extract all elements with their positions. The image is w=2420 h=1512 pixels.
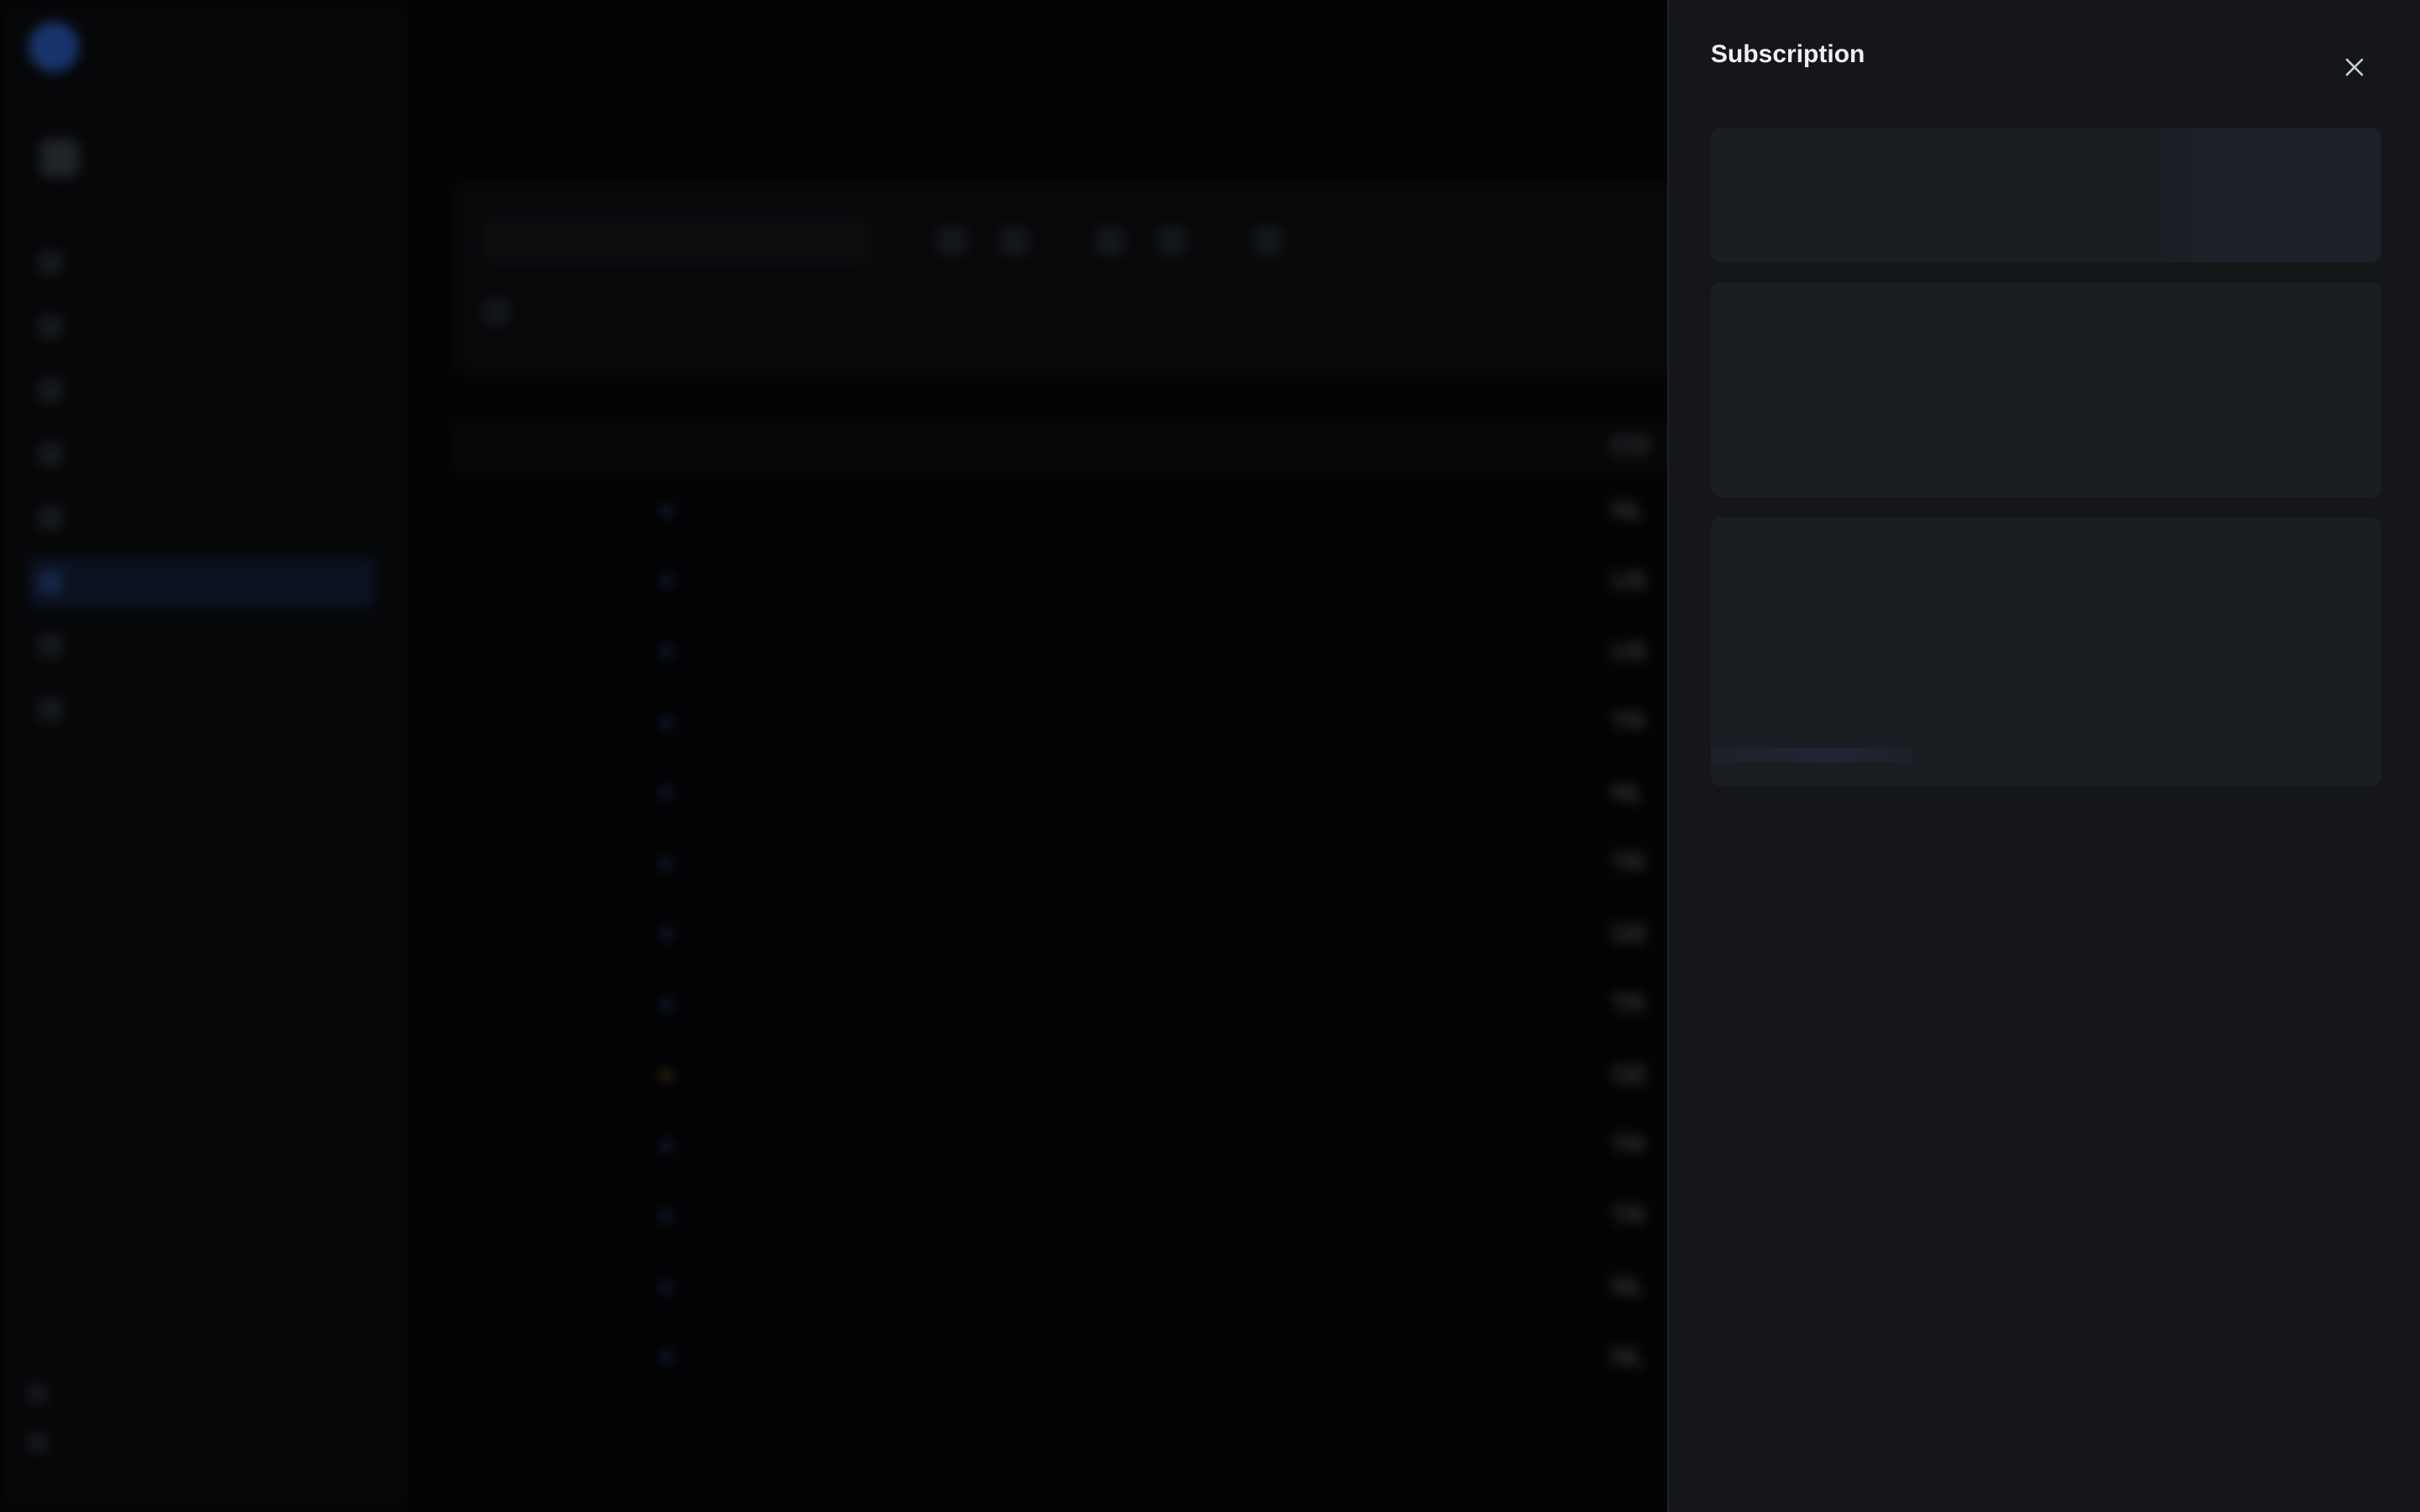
loading-skeleton-line <box>1711 748 1912 763</box>
subscription-drawer: Subscription <box>1667 0 2420 1512</box>
loading-skeleton <box>1711 128 2381 262</box>
close-button[interactable] <box>2341 54 2368 81</box>
loading-skeleton <box>1711 282 2381 497</box>
close-icon <box>2345 58 2364 76</box>
drawer-title: Subscription <box>1711 40 1865 68</box>
loading-skeleton <box>1711 517 2381 786</box>
